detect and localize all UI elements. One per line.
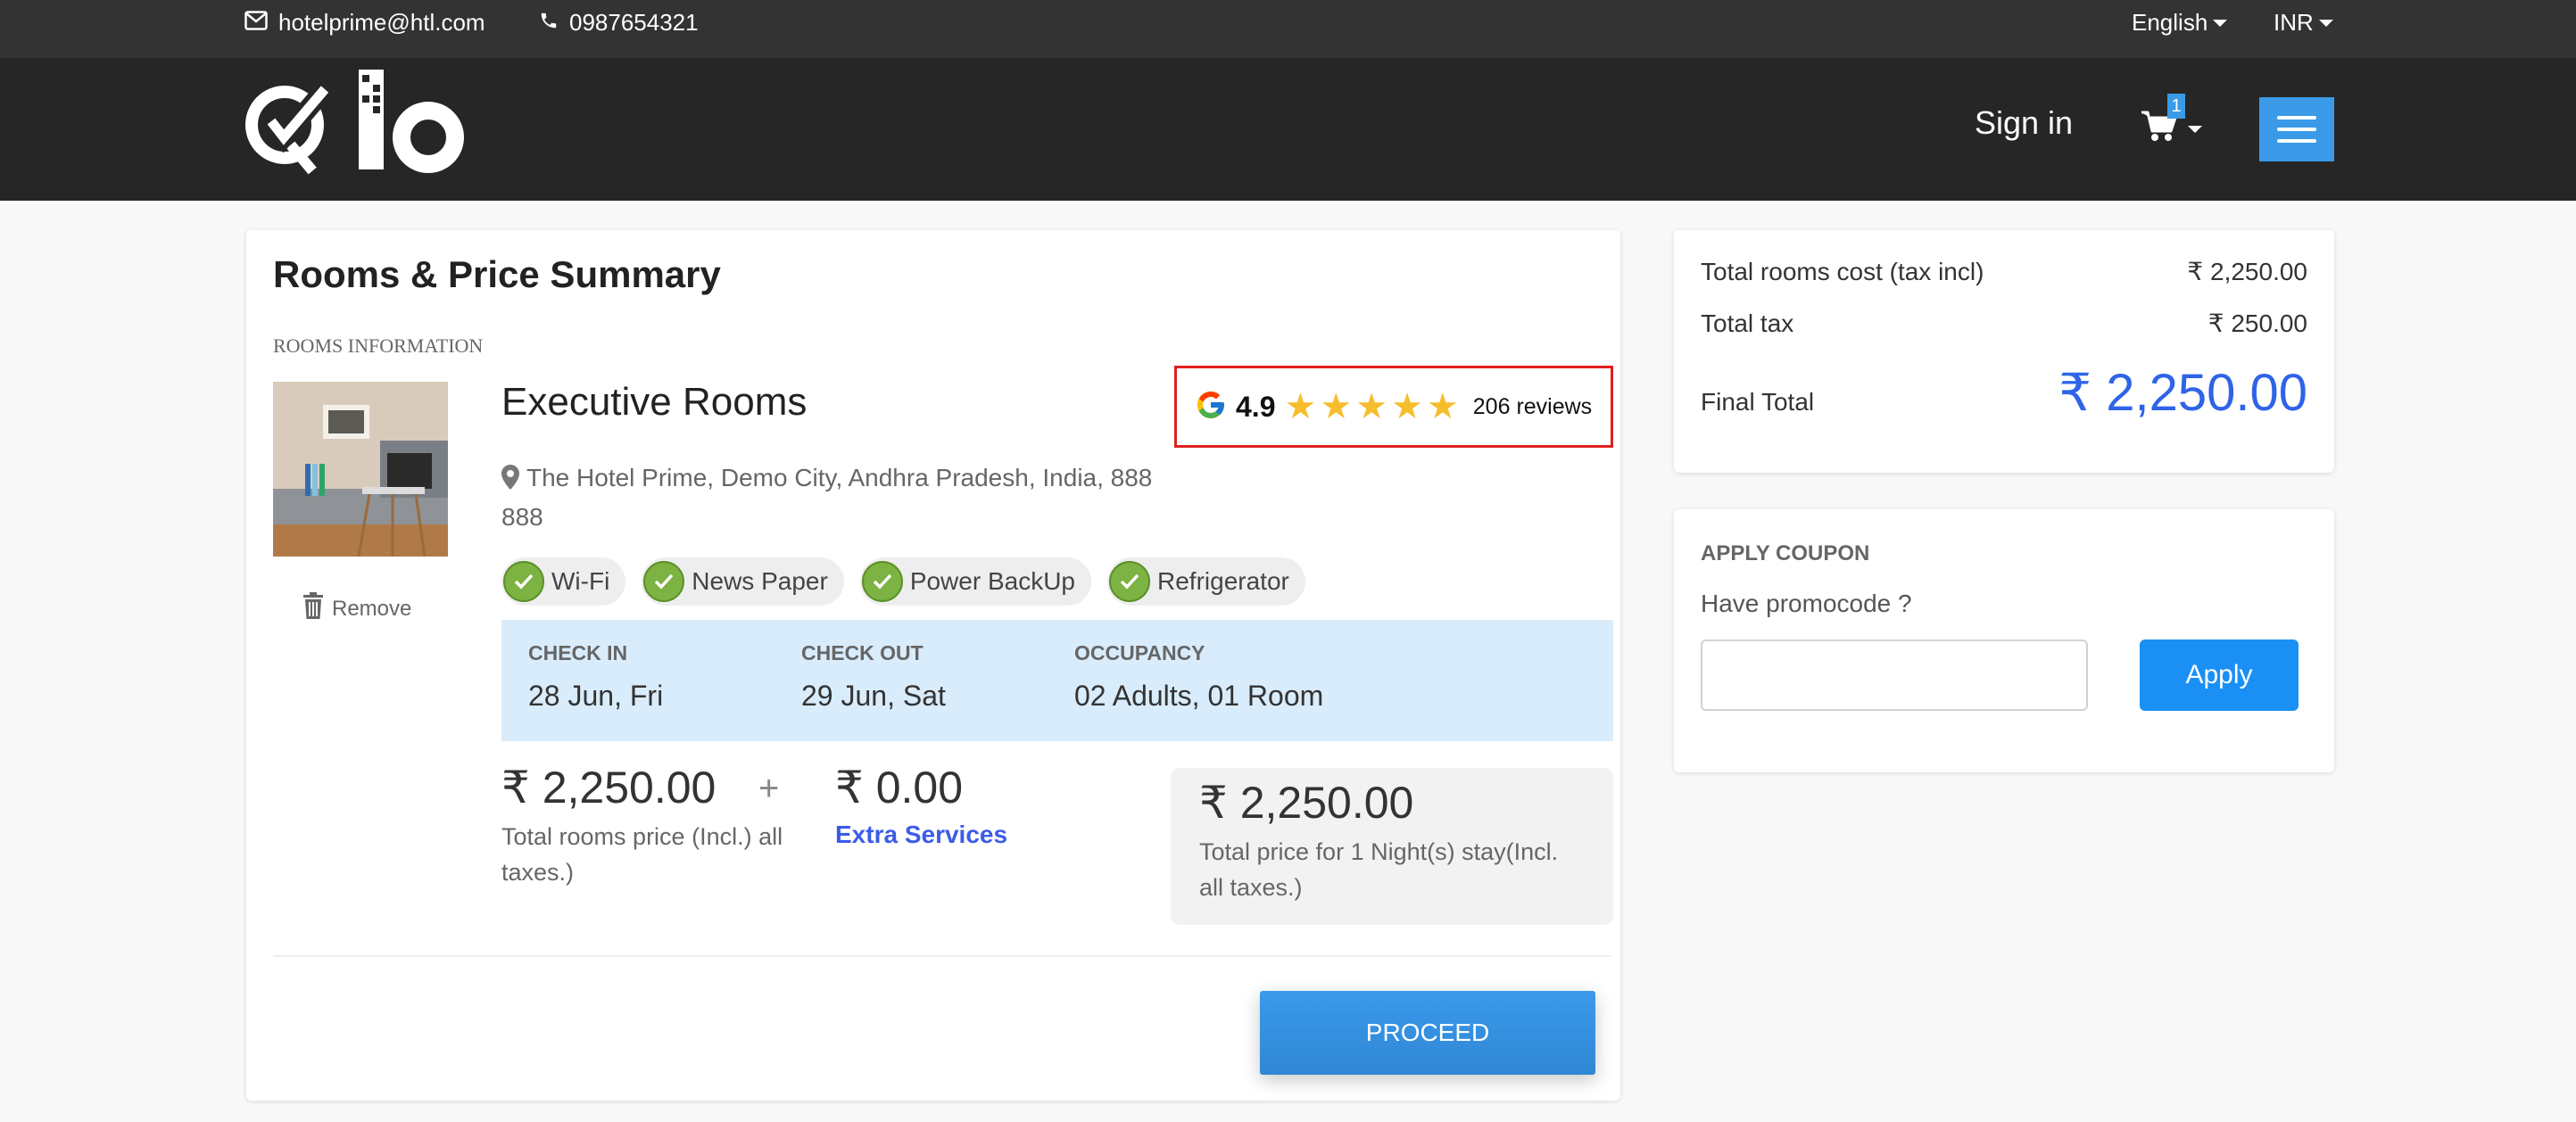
cart-button[interactable]: 1 <box>2141 94 2213 147</box>
occupancy-label: OCCUPANCY <box>1074 641 1205 664</box>
amenity-news-paper: News Paper <box>642 557 844 606</box>
caret-down-icon <box>2188 126 2202 133</box>
occupancy: OCCUPANCY 02 Adults, 01 Room <box>1074 641 1323 713</box>
total-rooms-cost-row: Total rooms cost (tax incl) ₹ 2,250.00 <box>1701 257 2307 286</box>
star-icon: ★ <box>1391 387 1423 426</box>
contact-email[interactable]: hotelprime@htl.com <box>244 9 485 37</box>
check-circle-icon <box>861 561 903 602</box>
remove-label: Remove <box>332 596 412 621</box>
remove-room-button[interactable]: Remove <box>303 592 411 625</box>
total-tax-row: Total tax ₹ 250.00 <box>1701 309 2307 338</box>
check-out-value: 29 Jun, Sat <box>801 680 946 712</box>
check-circle-icon <box>503 561 544 602</box>
cart-count-badge: 1 <box>2167 94 2185 119</box>
star-icon: ★ <box>1355 387 1388 426</box>
review-count[interactable]: 206 reviews <box>1473 394 1592 420</box>
summary-value: ₹ 2,250.00 <box>2187 258 2307 285</box>
google-icon <box>1195 389 1227 425</box>
star-icon: ★ <box>1426 387 1459 426</box>
map-pin-icon <box>501 464 519 499</box>
hamburger-icon-line <box>2277 139 2316 143</box>
amenity-label: Power BackUp <box>909 567 1075 595</box>
top-bar: hotelprime@htl.com 0987654321 English IN… <box>0 0 2576 58</box>
check-out-label: CHECK OUT <box>801 641 924 664</box>
room-thumbnail[interactable] <box>273 382 448 557</box>
amenity-wifi: Wi-Fi <box>501 557 626 606</box>
qlo-logo[interactable] <box>244 70 468 178</box>
sign-in-link[interactable]: Sign in <box>1975 104 2073 142</box>
apply-coupon-title: APPLY COUPON <box>1701 541 1870 565</box>
rooms-information-label: ROOMS INFORMATION <box>273 334 484 357</box>
divider <box>273 955 1611 957</box>
extra-services-link[interactable]: Extra Services <box>835 821 1007 849</box>
amenity-label: Refrigerator <box>1157 567 1289 595</box>
room-name: Executive Rooms <box>501 380 808 424</box>
amenity-label: News Paper <box>692 567 828 595</box>
check-out: CHECK OUT 29 Jun, Sat <box>801 641 946 713</box>
price-summary-card: Total rooms cost (tax incl) ₹ 2,250.00 T… <box>1674 230 2334 473</box>
star-icon: ★ <box>1320 387 1353 426</box>
check-in-label: CHECK IN <box>528 641 628 664</box>
promocode-question: Have promocode ? <box>1701 590 1912 617</box>
rooms-price: ₹ 2,250.00 <box>501 763 716 813</box>
plus-sign: + <box>758 769 780 808</box>
trash-icon <box>303 592 323 625</box>
final-total-row: Final Total ₹ 2,250.00 <box>1701 362 2307 423</box>
promocode-input[interactable] <box>1701 639 2088 711</box>
check-in: CHECK IN 28 Jun, Fri <box>528 641 663 713</box>
occupancy-value: 02 Adults, 01 Room <box>1074 680 1324 712</box>
currency-dropdown[interactable]: INR <box>2274 9 2333 37</box>
phone-text: 0987654321 <box>569 9 699 36</box>
email-text: hotelprime@htl.com <box>278 9 485 36</box>
proceed-button[interactable]: PROCEED <box>1260 991 1595 1075</box>
phone-icon <box>539 9 559 37</box>
envelope-icon <box>244 9 268 37</box>
rooms-price-label: Total rooms price (Incl.) all taxes.) <box>501 823 783 886</box>
summary-label: Total tax <box>1701 309 1794 337</box>
amenities-list: Wi-Fi News Paper Power BackUp Refrigerat… <box>501 557 1305 606</box>
apply-coupon-card: APPLY COUPON Have promocode ? Apply <box>1674 509 2334 772</box>
language-dropdown[interactable]: English <box>2132 9 2228 37</box>
google-rating-badge: 4.9 ★ ★ ★ ★ ★ 206 reviews <box>1174 366 1613 448</box>
currency-label: INR <box>2274 9 2314 36</box>
amenity-refrigerator: Refrigerator <box>1107 557 1305 606</box>
hamburger-icon-line <box>2277 116 2316 120</box>
language-label: English <box>2132 9 2208 36</box>
rooms-price-summary-card: Rooms & Price Summary ROOMS INFORMATION … <box>246 230 1620 1101</box>
check-circle-icon <box>1109 561 1150 602</box>
caret-down-icon <box>2318 19 2333 27</box>
final-total-value: ₹ 2,250.00 <box>2058 364 2307 422</box>
hotel-address: The Hotel Prime, Demo City, Andhra Prade… <box>501 460 1180 535</box>
amenity-label: Wi-Fi <box>551 567 610 595</box>
stay-total-label: Total price for 1 Night(s) stay(Incl. al… <box>1199 838 1559 901</box>
caret-down-icon <box>2213 19 2228 27</box>
check-circle-icon <box>643 561 685 602</box>
stay-details: CHECK IN 28 Jun, Fri CHECK OUT 29 Jun, S… <box>501 620 1613 741</box>
summary-label: Total rooms cost (tax incl) <box>1701 258 1984 285</box>
main-header: Sign in 1 <box>0 58 2576 201</box>
summary-value: ₹ 250.00 <box>2207 309 2307 337</box>
stay-total-box: ₹ 2,250.00 Total price for 1 Night(s) st… <box>1171 768 1613 925</box>
extra-services-price: ₹ 0.00 <box>835 763 964 813</box>
apply-coupon-button[interactable]: Apply <box>2140 639 2299 711</box>
address-text: The Hotel Prime, Demo City, Andhra Prade… <box>501 464 1153 531</box>
contact-phone[interactable]: 0987654321 <box>539 9 699 37</box>
check-in-value: 28 Jun, Fri <box>528 680 664 712</box>
stay-total-price: ₹ 2,250.00 <box>1199 778 1414 828</box>
final-total-label: Final Total <box>1701 388 1815 416</box>
page-title: Rooms & Price Summary <box>273 253 721 295</box>
amenity-power-backup: Power BackUp <box>859 557 1091 606</box>
hamburger-icon-line <box>2277 128 2316 131</box>
rating-stars: ★ ★ ★ ★ ★ <box>1284 389 1458 425</box>
star-icon: ★ <box>1284 387 1317 426</box>
rating-score: 4.9 <box>1236 390 1276 423</box>
hamburger-menu-button[interactable] <box>2259 97 2334 161</box>
